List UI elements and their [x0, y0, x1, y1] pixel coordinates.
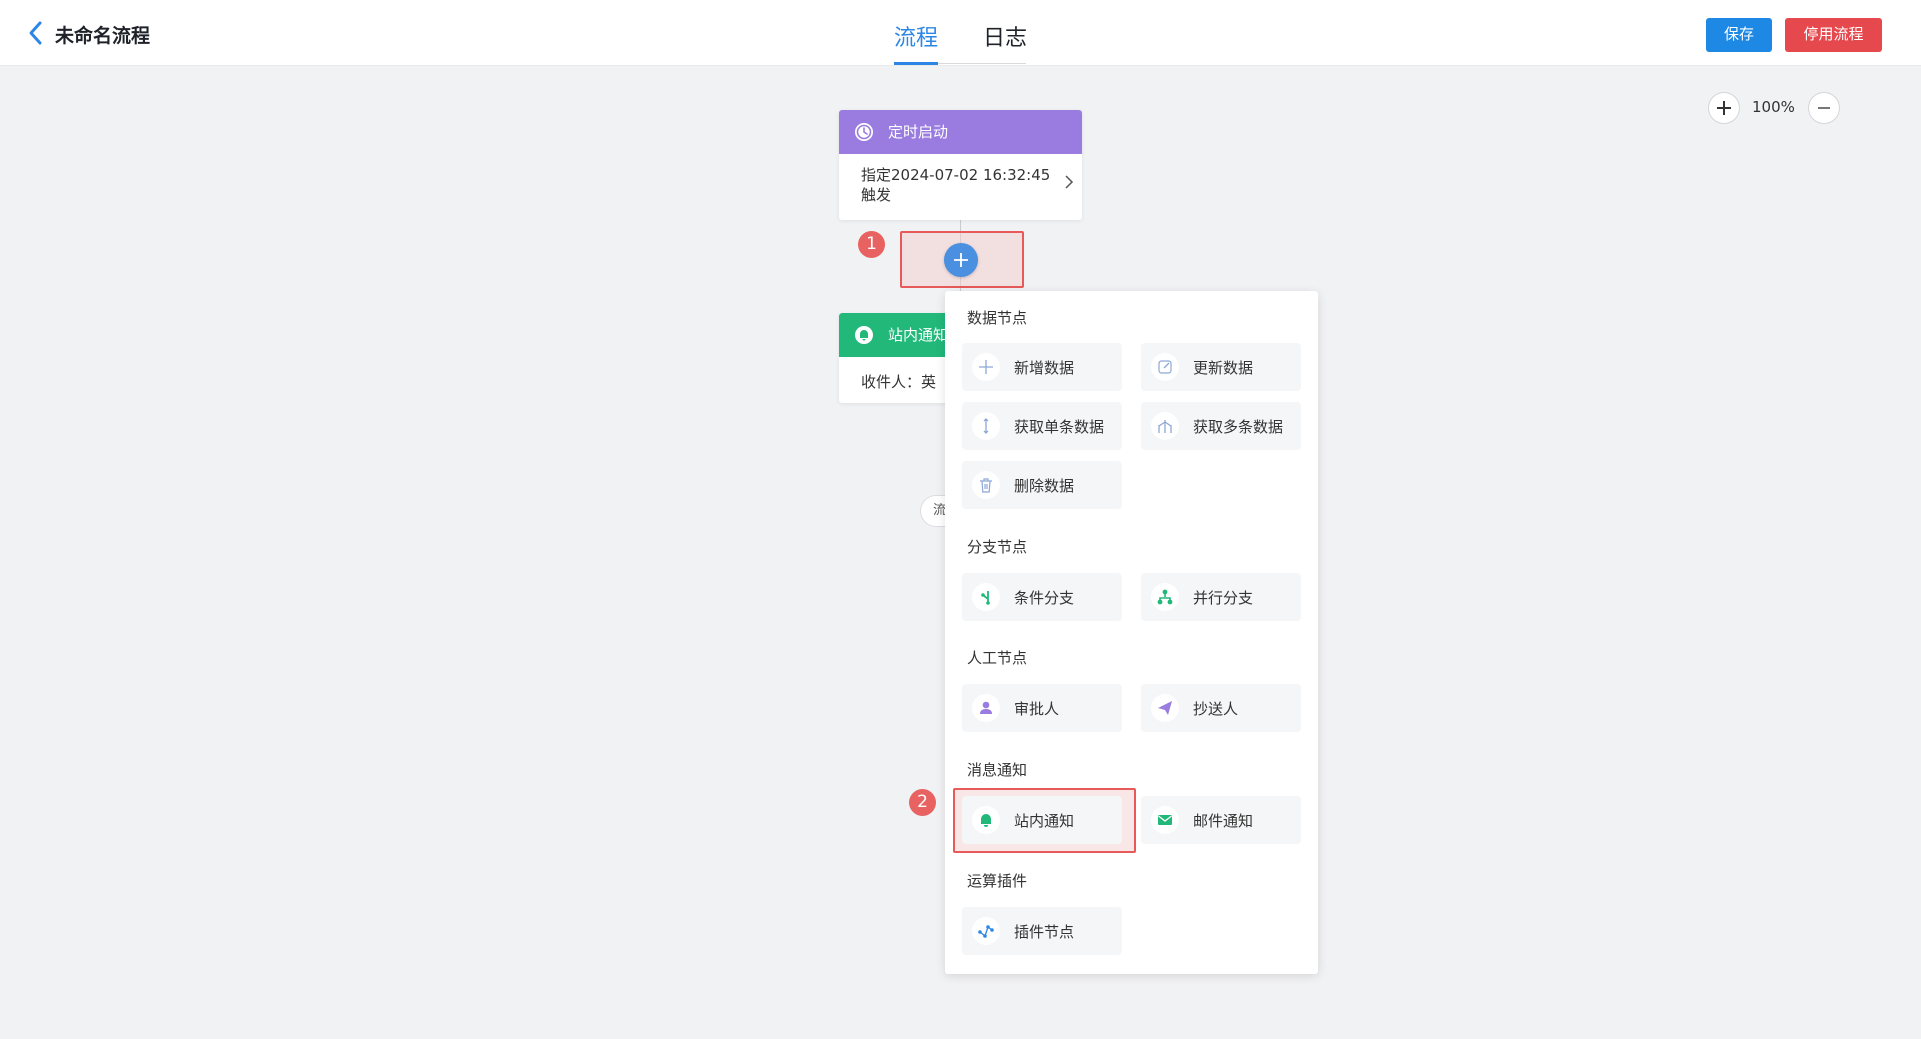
- menu-item-email-notification[interactable]: 邮件通知: [1141, 796, 1301, 844]
- single-arrow-icon: [983, 418, 989, 434]
- menu-item-add-data[interactable]: 新增数据: [962, 343, 1122, 391]
- plus-icon: [979, 360, 993, 374]
- plus-icon: [1717, 101, 1731, 115]
- menu-item-label: 插件节点: [1014, 923, 1075, 941]
- save-button[interactable]: 保存: [1706, 18, 1772, 52]
- trash-icon: [980, 478, 992, 493]
- timer-start-node[interactable]: 定时启动 指定2024-07-02 16:32:45触发: [839, 110, 1082, 220]
- menu-item-label: 邮件通知: [1193, 812, 1254, 830]
- stop-flow-button[interactable]: 停用流程: [1785, 18, 1882, 52]
- site-notification-title: 站内通知: [888, 326, 949, 344]
- chevron-right-icon: [1065, 175, 1074, 189]
- plugin-nodes-icon: [978, 925, 994, 938]
- parallel-branch-icon: [1157, 589, 1173, 605]
- zoom-out-button[interactable]: [1808, 92, 1840, 124]
- menu-item-get-multiple-data[interactable]: 获取多条数据: [1141, 402, 1301, 450]
- tab-divider: [938, 63, 1026, 64]
- menu-item-label: 抄送人: [1193, 700, 1239, 718]
- plus-icon: [954, 253, 968, 267]
- menu-item-delete-data[interactable]: 删除数据: [962, 461, 1122, 509]
- menu-item-cc[interactable]: 抄送人: [1141, 684, 1301, 732]
- tab-log[interactable]: 日志: [983, 20, 1027, 52]
- back-arrow-icon[interactable]: [26, 20, 46, 46]
- section-label-branch-nodes: 分支节点: [967, 538, 1028, 556]
- timer-start-title: 定时启动: [888, 123, 949, 141]
- menu-item-get-single-data[interactable]: 获取单条数据: [962, 402, 1122, 450]
- menu-item-update-data[interactable]: 更新数据: [1141, 343, 1301, 391]
- section-label-data-nodes: 数据节点: [967, 309, 1028, 327]
- menu-item-site-notification[interactable]: 站内通知: [962, 796, 1122, 844]
- bell-icon: [981, 814, 991, 827]
- minus-icon: [1818, 107, 1830, 109]
- timer-start-header: 定时启动: [839, 110, 1082, 154]
- bell-icon: [855, 326, 873, 344]
- page-title: 未命名流程: [55, 25, 151, 47]
- step-marker-2: 2: [909, 789, 936, 816]
- step-marker-1: 1: [858, 231, 885, 258]
- send-icon: [1158, 701, 1172, 715]
- edit-icon: [1158, 360, 1172, 374]
- section-label-compute-plugin: 运算插件: [967, 872, 1028, 890]
- menu-item-label: 条件分支: [1014, 589, 1075, 607]
- menu-item-label: 删除数据: [1014, 477, 1075, 495]
- menu-item-label: 站内通知: [1014, 812, 1075, 830]
- zoom-in-button[interactable]: [1708, 92, 1740, 124]
- mail-icon: [1158, 815, 1172, 825]
- timer-start-description: 指定2024-07-02 16:32:45触发: [861, 166, 1051, 204]
- menu-item-parallel-branch[interactable]: 并行分支: [1141, 573, 1301, 621]
- person-icon: [980, 701, 992, 714]
- clock-icon: [855, 123, 873, 141]
- active-tab-indicator: [894, 62, 938, 65]
- menu-item-label: 审批人: [1014, 700, 1060, 718]
- menu-item-plugin-node[interactable]: 插件节点: [962, 907, 1122, 955]
- section-label-manual-nodes: 人工节点: [967, 649, 1028, 667]
- menu-item-label: 获取多条数据: [1193, 418, 1284, 436]
- menu-item-label: 并行分支: [1193, 589, 1254, 607]
- add-node-button[interactable]: [944, 243, 978, 277]
- menu-item-approver[interactable]: 审批人: [962, 684, 1122, 732]
- menu-item-label: 新增数据: [1014, 359, 1075, 377]
- zoom-level: 100%: [1752, 98, 1795, 116]
- menu-item-condition-branch[interactable]: 条件分支: [962, 573, 1122, 621]
- tab-flow[interactable]: 流程: [894, 20, 938, 52]
- timer-start-body: 指定2024-07-02 16:32:45触发: [839, 154, 1082, 205]
- menu-item-label: 更新数据: [1193, 359, 1254, 377]
- node-type-menu: 数据节点 新增数据 更新数据 获取单条数据 获取多条数据 删除数据 分支节点 条…: [945, 291, 1318, 974]
- section-label-message-notify: 消息通知: [967, 761, 1028, 779]
- multi-arrow-icon: [1158, 420, 1172, 433]
- menu-item-label: 获取单条数据: [1014, 418, 1105, 436]
- top-bar: 未命名流程 流程 日志 保存 停用流程: [0, 0, 1921, 66]
- condition-branch-icon: [981, 591, 990, 605]
